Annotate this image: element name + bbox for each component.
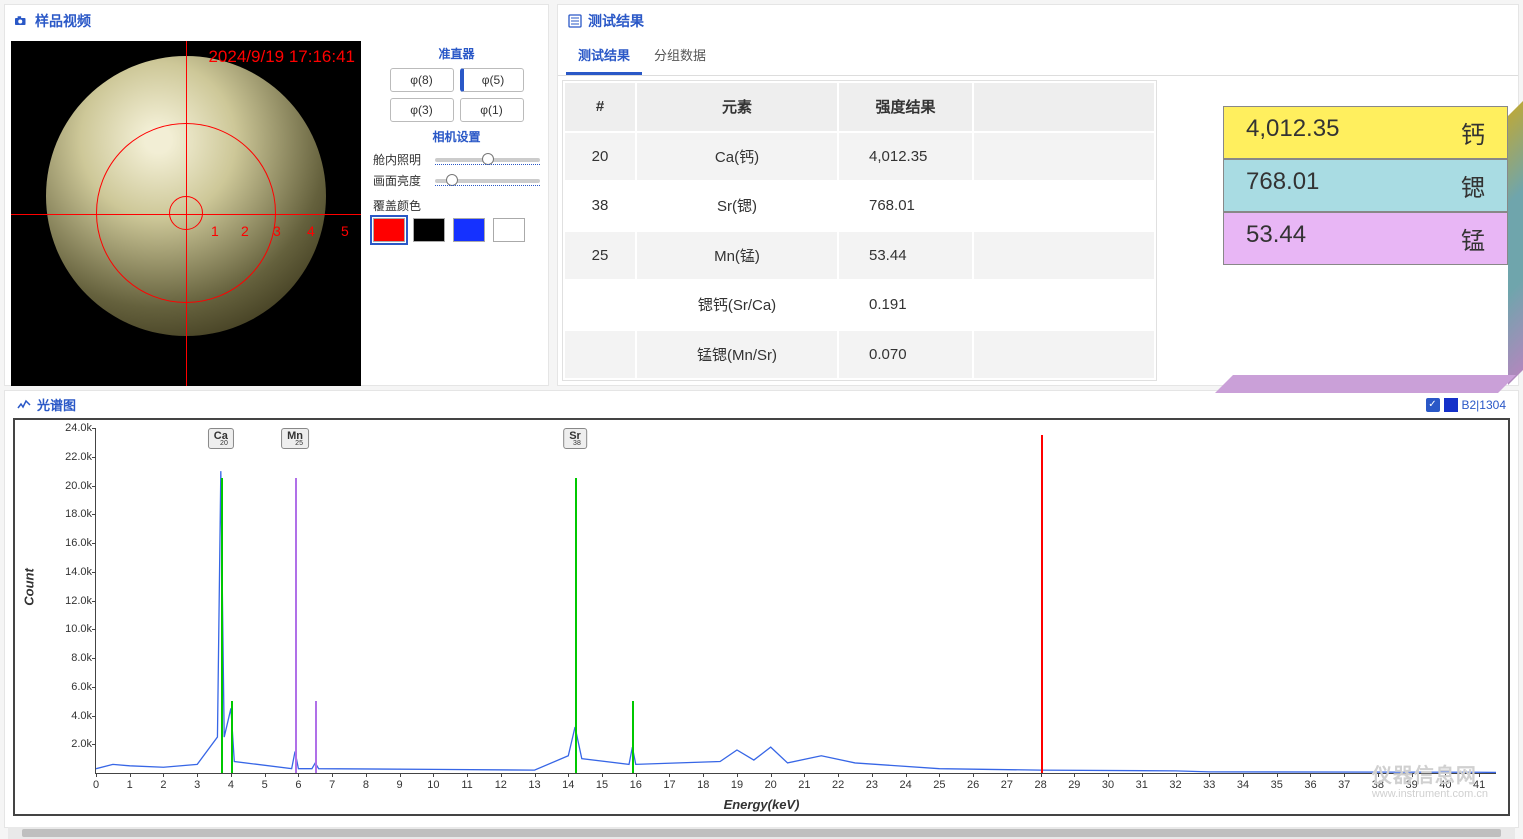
light-label: 舱内照明: [373, 151, 429, 168]
sample-video-title: 样品视频: [35, 11, 91, 31]
card-sr: 768.01锶: [1223, 159, 1508, 212]
light-slider[interactable]: [435, 158, 540, 162]
spectrum-scrollbar[interactable]: [8, 827, 1515, 839]
tab-test-results[interactable]: 测试结果: [566, 37, 642, 75]
watermark: 仪器信息网 www.instrument.com.cn: [1372, 759, 1488, 800]
col-intensity: 强度结果: [839, 83, 972, 131]
scale-1: 1: [211, 223, 219, 239]
list-icon: [568, 14, 582, 28]
brightness-slider[interactable]: [435, 179, 540, 183]
col-num: #: [565, 83, 635, 131]
summary-cards: 4,012.35钙 768.01锶 53.44锰: [1223, 106, 1508, 375]
results-table: # 元素 强度结果 20Ca(钙)4,012.35 38Sr(锶)768.01 …: [562, 80, 1157, 381]
camera-controls: 准直器 φ(8) φ(5) φ(3) φ(1) 相机设置 舱内照明 画面亮度: [365, 37, 548, 390]
table-header-row: # 元素 强度结果: [565, 83, 1154, 131]
col-spacer: [974, 83, 1154, 131]
results-tabs: 测试结果 分组数据: [558, 37, 1518, 76]
phi-3-button[interactable]: φ(3): [390, 98, 454, 122]
card-shadow: [1508, 98, 1523, 385]
scale-5: 5: [341, 223, 349, 239]
spectrum-panel: 光谱图 ✓ B2|1304 Count 2.0k4.0k6.0k8.0k10.0…: [4, 390, 1519, 828]
card-shadow-bottom: [1215, 375, 1516, 393]
sample-video-panel: 样品视频 1 2 3 4 5 2024/9/19 17:16:41 准直器 φ(…: [4, 4, 549, 386]
target-ring-inner: [169, 196, 203, 230]
sample-video-header: 样品视频: [5, 5, 548, 37]
phi-5-button[interactable]: φ(5): [460, 68, 524, 92]
legend-checkbox[interactable]: ✓: [1426, 398, 1440, 412]
scale-4: 4: [307, 223, 315, 239]
video-view[interactable]: 1 2 3 4 5 2024/9/19 17:16:41: [11, 41, 361, 386]
spectrum-legend[interactable]: ✓ B2|1304: [1426, 398, 1507, 412]
table-row[interactable]: 38Sr(锶)768.01: [565, 182, 1154, 230]
plot-area[interactable]: 2.0k4.0k6.0k8.0k10.0k12.0k14.0k16.0k18.0…: [95, 428, 1496, 774]
spectrum-title: 光谱图: [37, 395, 76, 414]
y-axis-label: Count: [22, 568, 37, 606]
spectrum-icon: [17, 398, 31, 412]
table-row[interactable]: 20Ca(钙)4,012.35: [565, 133, 1154, 181]
table-row[interactable]: 锰锶(Mn/Sr)0.070: [565, 331, 1154, 379]
color-blue-swatch[interactable]: [453, 218, 485, 242]
legend-label: B2|1304: [1462, 398, 1507, 412]
video-timestamp: 2024/9/19 17:16:41: [208, 47, 355, 67]
x-axis-label: Energy(keV): [724, 797, 800, 812]
camera-icon: [15, 14, 29, 28]
phi-8-button[interactable]: φ(8): [390, 68, 454, 92]
color-red-swatch[interactable]: [373, 218, 405, 242]
col-element: 元素: [637, 83, 837, 131]
results-header: 测试结果: [558, 5, 1518, 37]
scale-2: 2: [241, 223, 249, 239]
color-black-swatch[interactable]: [413, 218, 445, 242]
camera-settings-title: 相机设置: [373, 128, 540, 145]
results-title: 测试结果: [588, 11, 644, 31]
scale-3: 3: [273, 223, 281, 239]
card-mn: 53.44锰: [1223, 212, 1508, 265]
tab-group-data[interactable]: 分组数据: [642, 37, 718, 75]
color-white-swatch[interactable]: [493, 218, 525, 242]
phi-1-button[interactable]: φ(1): [460, 98, 524, 122]
results-panel: 测试结果 测试结果 分组数据 # 元素 强度结果 20Ca(钙)4,012.35…: [557, 4, 1519, 386]
table-row[interactable]: 锶钙(Sr/Ca)0.191: [565, 281, 1154, 329]
overlay-color-label: 覆盖颜色: [373, 197, 540, 214]
collimator-title: 准直器: [373, 45, 540, 62]
table-row[interactable]: 25Mn(锰)53.44: [565, 232, 1154, 280]
brightness-label: 画面亮度: [373, 172, 429, 189]
legend-color-icon: [1444, 398, 1458, 412]
spectrum-chart[interactable]: Count 2.0k4.0k6.0k8.0k10.0k12.0k14.0k16.…: [13, 418, 1510, 816]
card-ca: 4,012.35钙: [1223, 106, 1508, 159]
